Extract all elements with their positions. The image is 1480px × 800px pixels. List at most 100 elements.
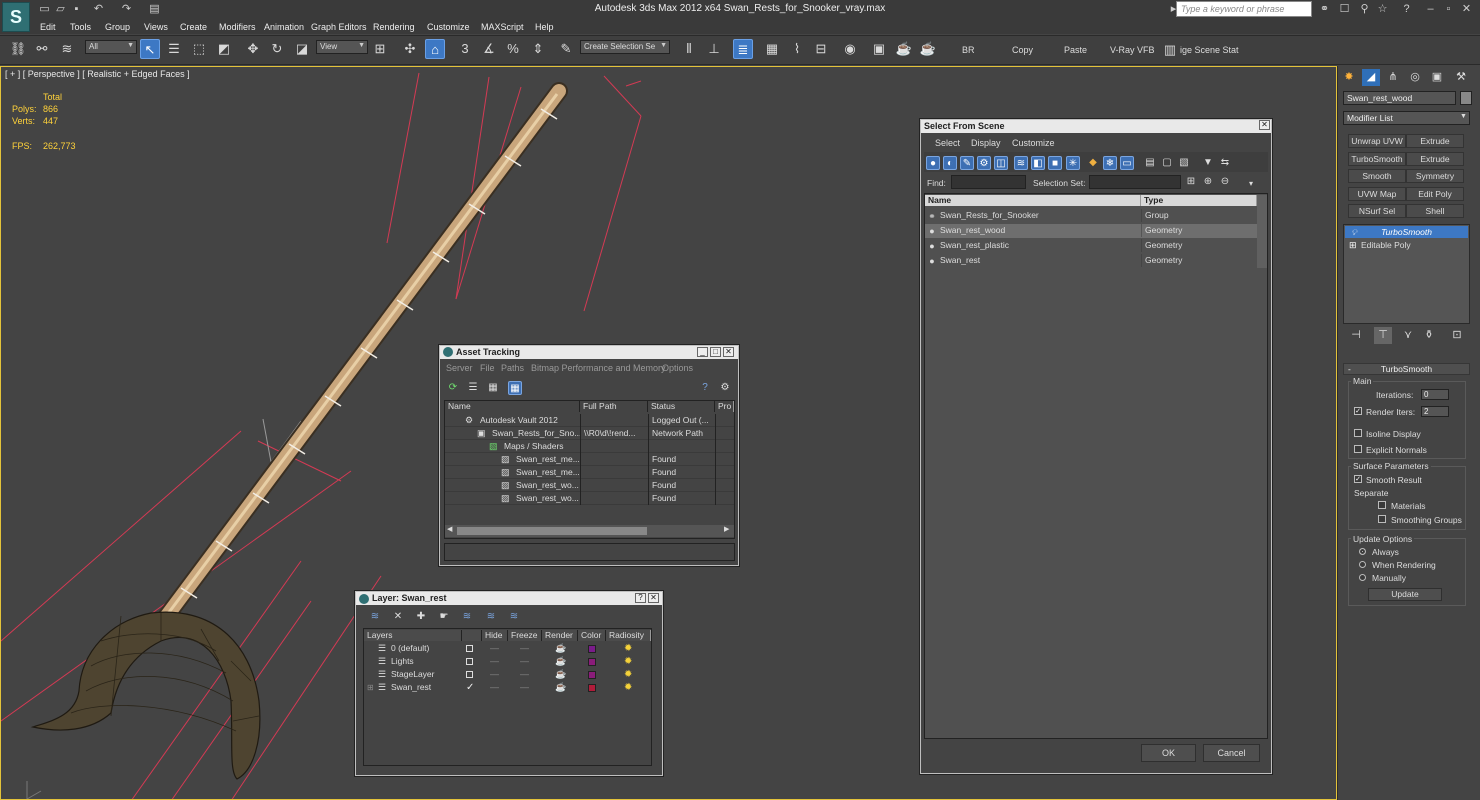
menu-customize[interactable]: Customize: [1012, 138, 1055, 148]
motion-tab-icon[interactable]: ◎: [1406, 69, 1424, 86]
select-none-icon[interactable]: ▢: [1160, 156, 1174, 170]
scene-stats-icon[interactable]: ▥: [1160, 40, 1180, 60]
selection-filter-dropdown[interactable]: All: [85, 40, 137, 54]
render-teapot-icon[interactable]: ☕: [555, 655, 566, 668]
layer-row[interactable]: ☰ 0 (default) — — ☕ ✹: [364, 642, 651, 655]
select-object-icon[interactable]: ↖: [140, 39, 160, 59]
column-header-radiosity[interactable]: Radiosity: [606, 630, 651, 641]
save-file-icon[interactable]: ▪: [70, 3, 83, 15]
extrude-button-2[interactable]: Extrude: [1406, 152, 1464, 166]
close-icon[interactable]: ✕: [1259, 120, 1270, 130]
layer-color-swatch[interactable]: [588, 645, 596, 653]
display-frozen-icon[interactable]: ❄: [1103, 156, 1117, 170]
table-row[interactable]: ▨ Swan_rest_wo... Found: [445, 479, 734, 492]
redo-icon[interactable]: ↷: [120, 3, 133, 15]
manually-radio[interactable]: [1359, 574, 1366, 581]
open-file-icon[interactable]: ▱: [54, 3, 67, 15]
project-folder-icon[interactable]: ▤: [148, 3, 161, 15]
minimize-icon[interactable]: _: [697, 347, 708, 357]
freeze-toggle-icon[interactable]: —: [520, 655, 529, 668]
horizontal-scrollbar[interactable]: ◀ ▶: [445, 525, 734, 537]
radiosity-icon[interactable]: ✹: [624, 642, 632, 655]
render-teapot-icon[interactable]: ☕: [555, 681, 566, 694]
create-tab-icon[interactable]: ✸: [1340, 69, 1358, 86]
reference-coordinate-dropdown[interactable]: View: [316, 40, 368, 54]
object-name-field[interactable]: Swan_rest_wood: [1343, 91, 1456, 105]
select-and-scale-icon[interactable]: ◪: [292, 39, 312, 59]
menu-bitmap-performance[interactable]: Bitmap Performance and Memory: [531, 363, 666, 373]
column-header-name[interactable]: Name: [445, 401, 580, 412]
column-header-type[interactable]: Type: [1141, 195, 1257, 206]
undo-icon[interactable]: ↶: [92, 3, 105, 15]
stack-item-editable-poly[interactable]: ⊞ Editable Poly: [1345, 239, 1468, 251]
curve-editor-icon[interactable]: ⌇: [787, 39, 807, 59]
help-search-input[interactable]: Type a keyword or phrase: [1176, 1, 1312, 17]
select-all-icon[interactable]: ▤: [1143, 156, 1157, 170]
always-radio[interactable]: [1359, 548, 1366, 555]
menu-select[interactable]: Select: [935, 138, 960, 148]
rendered-frame-window-icon[interactable]: ☕: [894, 39, 914, 59]
bind-space-warp-icon[interactable]: ≋: [57, 39, 77, 59]
expand-plus-icon[interactable]: ⊞: [1349, 239, 1357, 251]
render-teapot-icon[interactable]: ☕: [555, 642, 566, 655]
hide-toggle-icon[interactable]: —: [490, 655, 499, 668]
thumbnail-view-icon[interactable]: ▦: [486, 381, 500, 395]
menu-server[interactable]: Server: [446, 363, 473, 373]
display-xrefs-icon[interactable]: ■: [1048, 156, 1062, 170]
layer-color-swatch[interactable]: [588, 671, 596, 679]
window-crossing-icon[interactable]: ◩: [214, 39, 234, 59]
modifier-list-dropdown[interactable]: Modifier List: [1343, 111, 1470, 125]
select-invert-icon[interactable]: ▧: [1177, 156, 1191, 170]
turbosmooth-rollout-header[interactable]: - TurboSmooth: [1343, 363, 1470, 375]
material-editor-icon[interactable]: ◉: [840, 39, 860, 59]
unlink-selection-icon[interactable]: ⚯: [32, 39, 52, 59]
pivot-center-icon[interactable]: ⊞: [370, 39, 390, 59]
freeze-toggle-icon[interactable]: —: [520, 642, 529, 655]
display-shapes-icon[interactable]: ◐: [943, 156, 957, 170]
smooth-button[interactable]: Smooth: [1348, 169, 1406, 183]
hide-toggle-icon[interactable]: —: [490, 681, 499, 694]
refresh-icon[interactable]: ⟳: [446, 381, 460, 395]
when-rendering-radio[interactable]: [1359, 561, 1366, 568]
select-and-link-icon[interactable]: ⛓: [8, 39, 28, 59]
menu-file[interactable]: File: [480, 363, 495, 373]
create-layer-icon[interactable]: ≋: [368, 610, 382, 624]
turbosmooth-button[interactable]: TurboSmooth: [1348, 152, 1406, 166]
display-spacewarps-icon[interactable]: ≋: [1014, 156, 1028, 170]
paste-button[interactable]: Paste: [1064, 45, 1087, 55]
sync-selection-icon[interactable]: ⇆: [1218, 156, 1232, 170]
favorites-icon[interactable]: ☆: [1376, 3, 1389, 15]
column-header-layers[interactable]: Layers: [364, 630, 462, 641]
settings-icon[interactable]: ⚙: [718, 381, 732, 395]
display-geometry-icon[interactable]: ●: [926, 156, 940, 170]
utilities-tab-icon[interactable]: ⚒: [1452, 69, 1470, 86]
graphite-tools-icon[interactable]: ▦: [762, 39, 782, 59]
delete-layer-icon[interactable]: ✕: [391, 610, 405, 624]
current-layer-check-icon[interactable]: ✓: [466, 681, 474, 694]
percent-snap-icon[interactable]: %: [503, 39, 523, 59]
layer-row[interactable]: ⊞ ☰ Swan_rest ✓ — — ☕ ✹: [364, 681, 651, 694]
materials-checkbox[interactable]: [1378, 501, 1386, 509]
column-header-current[interactable]: [462, 630, 482, 641]
smoothing-groups-checkbox[interactable]: [1378, 515, 1386, 523]
column-header-pro[interactable]: Pro: [715, 401, 734, 412]
rectangular-selection-icon[interactable]: ⬚: [189, 39, 209, 59]
render-iters-spinner[interactable]: 2: [1421, 406, 1449, 417]
communication-icon[interactable]: ⚲: [1358, 3, 1371, 15]
explicit-normals-checkbox[interactable]: [1354, 445, 1362, 453]
layer-manager-icon[interactable]: ≣: [733, 39, 753, 59]
display-bones-icon[interactable]: ✳: [1066, 156, 1080, 170]
table-row[interactable]: ▨ Swan_rest_me... Found: [445, 453, 734, 466]
viewport-label[interactable]: [ + ] [ Perspective ] [ Realistic + Edge…: [5, 69, 190, 79]
table-row[interactable]: ● Swan_rest_plastic Geometry: [925, 239, 1257, 253]
display-groups-icon[interactable]: ◧: [1031, 156, 1045, 170]
add-to-layer-icon[interactable]: ✚: [414, 610, 428, 624]
scroll-left-icon[interactable]: ◀: [447, 525, 452, 533]
help-icon[interactable]: ?: [698, 381, 712, 395]
scrollbar-thumb[interactable]: [457, 527, 647, 535]
list-view-icon[interactable]: ☰: [466, 381, 480, 395]
menu-rendering[interactable]: Rendering: [373, 22, 415, 32]
column-header-render[interactable]: Render: [542, 630, 578, 641]
pin-stack-icon[interactable]: ⊣: [1347, 327, 1365, 344]
smooth-result-checkbox[interactable]: ✓: [1354, 475, 1362, 483]
